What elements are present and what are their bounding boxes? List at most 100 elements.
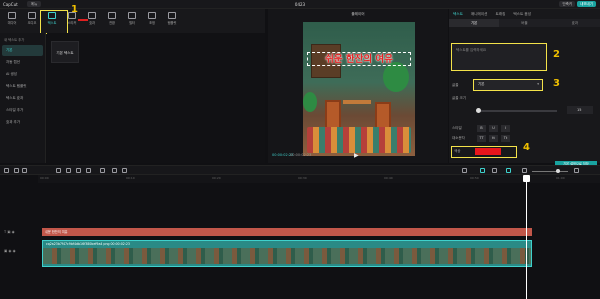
sidebar-item-effect-add[interactable]: 효과 추가 bbox=[2, 117, 43, 128]
font-size-slider[interactable] bbox=[476, 108, 557, 113]
annotation-1: 1 bbox=[71, 4, 78, 15]
tool-label: 미디어 bbox=[7, 21, 17, 25]
shield-icon[interactable] bbox=[112, 168, 117, 173]
player-controls: 00:00:02:23 00:00:02:23 ▶ bbox=[268, 149, 448, 163]
tab-tts[interactable]: 텍스트 음성 bbox=[509, 9, 535, 19]
font-size-input[interactable]: 15 bbox=[567, 106, 593, 114]
filter-icon bbox=[128, 12, 136, 19]
ruler-tick: 00:30 bbox=[298, 176, 307, 180]
tab-tracking[interactable]: 트래킹 bbox=[491, 9, 509, 19]
default-text-card[interactable]: 기본 텍스트 bbox=[51, 41, 79, 63]
slider-knob[interactable] bbox=[476, 108, 481, 113]
sidebar-item-basic[interactable]: 기본 bbox=[2, 45, 43, 56]
color-swatch[interactable] bbox=[475, 148, 501, 155]
mic-icon[interactable] bbox=[462, 168, 467, 173]
ruler-tick: 00:40 bbox=[384, 176, 393, 180]
zoom-slider[interactable] bbox=[532, 171, 568, 172]
zoom-knob[interactable] bbox=[556, 169, 560, 173]
redo-icon[interactable] bbox=[22, 168, 27, 173]
chevron-down-icon: ▾ bbox=[537, 82, 539, 86]
transition-icon bbox=[108, 12, 116, 19]
link-icon[interactable] bbox=[480, 168, 485, 173]
color-label: 색상 bbox=[454, 149, 461, 153]
video-clip-label: cq2a23b7f47c9bf4db16f380bef9a4 png 00:00… bbox=[46, 242, 130, 246]
tool-label: 필터 bbox=[129, 21, 135, 25]
subtab-effects[interactable]: 효과 bbox=[549, 19, 600, 27]
video-clip[interactable]: cq2a23b7f47c9bf4db16f380bef9a4 png 00:00… bbox=[42, 240, 532, 267]
subtab-basic[interactable]: 기본 bbox=[449, 19, 500, 27]
main-toolbar: 미디어 오디오 텍스트 스티커 효과 전환 필터 조정 템플릿 1 bbox=[0, 4, 265, 34]
titlecase-button[interactable]: Tt bbox=[501, 135, 510, 142]
text-track-header: T ▣ ◉ bbox=[4, 230, 15, 234]
ruler-tick: 00:50 bbox=[470, 176, 479, 180]
adjust-icon bbox=[148, 12, 156, 19]
tab-animation[interactable]: 애니메이션 bbox=[467, 9, 492, 19]
font-size-label: 글꼴 크기 bbox=[452, 96, 466, 100]
case-label: 대소문자 bbox=[452, 136, 465, 140]
property-subtabs: 기본 버블 효과 bbox=[449, 19, 600, 27]
preview-axis-icon[interactable] bbox=[492, 168, 497, 173]
tool-label: 템플릿 bbox=[167, 21, 177, 25]
select-icon[interactable] bbox=[4, 168, 9, 173]
zoom-in-icon[interactable] bbox=[574, 168, 579, 173]
menu-button[interactable]: 메뉴 bbox=[27, 1, 41, 7]
font-label: 글꼴 bbox=[452, 83, 459, 87]
underline-button[interactable]: U bbox=[489, 125, 498, 132]
tool-transition[interactable]: 전환 bbox=[102, 12, 122, 25]
font-select[interactable]: 기본 ▾ bbox=[473, 79, 543, 91]
properties-panel: 텍스트 애니메이션 트래킹 텍스트 음성 기본 버블 효과 텍스트를 입력하세요… bbox=[449, 9, 600, 168]
clip-thumbnails bbox=[43, 248, 531, 264]
video-track-header: ▣ ◉ ◉ bbox=[4, 249, 16, 253]
marker-icon[interactable] bbox=[100, 168, 105, 173]
sidebar-item-template[interactable]: 텍스트 템플릿 bbox=[2, 81, 43, 92]
pattern-label: 스타일 bbox=[452, 126, 462, 130]
play-icon[interactable]: ▶ bbox=[354, 152, 359, 159]
app-name: CapCut bbox=[3, 2, 18, 7]
sidebar-item-effects[interactable]: 텍스트 효과 bbox=[2, 93, 43, 104]
tool-audio[interactable]: 오디오 bbox=[22, 12, 42, 25]
lowercase-button[interactable]: tt bbox=[489, 135, 498, 142]
sidebar-item-ai[interactable]: AI 생성 bbox=[2, 69, 43, 80]
tool-label: 전환 bbox=[109, 21, 115, 25]
subtab-bubble[interactable]: 버블 bbox=[499, 19, 550, 27]
font-value: 기본 bbox=[478, 82, 485, 86]
annotation-4: 4 bbox=[523, 142, 530, 153]
caption-text[interactable]: 쉬운 한잔의 여유 bbox=[307, 52, 411, 66]
highlight-box-1 bbox=[40, 10, 68, 34]
crop-icon[interactable] bbox=[122, 168, 127, 173]
tool-template[interactable]: 템플릿 bbox=[162, 12, 182, 25]
zoom-out-icon[interactable] bbox=[522, 168, 527, 173]
delete-icon[interactable] bbox=[86, 168, 91, 173]
uppercase-button[interactable]: TT bbox=[477, 135, 486, 142]
media-panel: 기본 텍스트 bbox=[47, 33, 265, 163]
ruler-tick: 00:20 bbox=[212, 176, 221, 180]
text-content-input[interactable]: 텍스트를 입력하세요 bbox=[451, 43, 547, 71]
annotation-2: 2 bbox=[553, 49, 560, 60]
text-clip[interactable]: 쉬운 한잔의 여유 bbox=[42, 228, 532, 236]
italic-button[interactable]: I bbox=[501, 125, 510, 132]
playhead-handle[interactable] bbox=[523, 175, 530, 182]
tool-media[interactable]: 미디어 bbox=[2, 12, 22, 25]
audio-icon bbox=[28, 12, 36, 19]
tab-text[interactable]: 텍스트 bbox=[449, 9, 467, 19]
ruler-tick: 00:00 bbox=[40, 176, 49, 180]
shortcut-button[interactable]: 단축키 bbox=[559, 1, 576, 7]
video-preview: 쉬운 한잔의 여유 bbox=[303, 22, 415, 156]
property-tabs: 텍스트 애니메이션 트래킹 텍스트 음성 bbox=[449, 9, 600, 19]
bold-button[interactable]: B bbox=[477, 125, 486, 132]
tool-filter[interactable]: 필터 bbox=[122, 12, 142, 25]
playhead[interactable] bbox=[523, 175, 530, 299]
timeline-ruler[interactable]: 00:00 00:10 00:20 00:30 00:40 00:50 01:0… bbox=[38, 175, 600, 183]
tool-adjust[interactable]: 조정 bbox=[142, 12, 162, 25]
split-icon[interactable] bbox=[56, 168, 61, 173]
export-button[interactable]: 내보내기 bbox=[577, 1, 596, 7]
ruler-tick: 00:10 bbox=[126, 176, 135, 180]
plant bbox=[303, 92, 317, 112]
sidebar-header: 새 텍스트 추가 bbox=[4, 38, 25, 42]
magnet-icon[interactable] bbox=[506, 168, 511, 173]
undo-icon[interactable] bbox=[14, 168, 19, 173]
split-left-icon[interactable] bbox=[66, 168, 71, 173]
sidebar-item-auto-caption[interactable]: 자동 캡션 bbox=[2, 57, 43, 68]
sidebar-item-style[interactable]: 스타일 추가 bbox=[2, 105, 43, 116]
split-right-icon[interactable] bbox=[76, 168, 81, 173]
